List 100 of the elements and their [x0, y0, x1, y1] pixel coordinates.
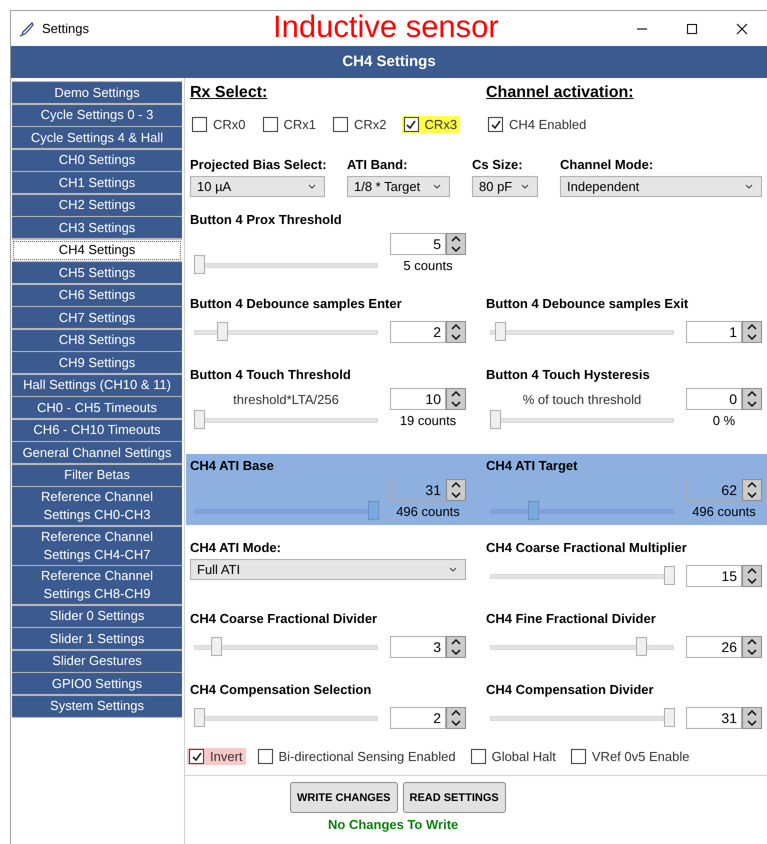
sidebar-item[interactable]: Cycle Settings 4 & Hall [12, 127, 182, 148]
slider[interactable] [490, 637, 674, 657]
sidebar-item[interactable]: Slider Gestures [12, 650, 182, 672]
checkbox[interactable]: CRx1 [260, 116, 320, 133]
spin-up-button[interactable] [743, 566, 761, 576]
number-field[interactable]: 31 [390, 479, 446, 501]
spin-down-button[interactable] [743, 490, 761, 500]
spin-down-button[interactable] [447, 332, 465, 342]
action-button[interactable]: READ SETTINGS [402, 782, 506, 813]
number-field[interactable]: 5 [390, 233, 446, 255]
number-field[interactable]: 26 [686, 636, 742, 658]
slider-thumb[interactable] [528, 501, 540, 520]
slider[interactable] [490, 501, 674, 521]
spin-up-button[interactable] [743, 322, 761, 332]
checkbox[interactable]: CH4 Enabled [486, 116, 590, 133]
sidebar-item[interactable]: CH2 Settings [12, 194, 182, 216]
slider[interactable] [490, 708, 674, 728]
sidebar-item[interactable]: Reference Channel Settings CH4-CH7 [12, 526, 182, 564]
sidebar-item[interactable]: Slider 1 Settings [12, 628, 182, 649]
action-button[interactable]: WRITE CHANGES [290, 782, 398, 813]
spin-up-button[interactable] [447, 234, 465, 244]
slider[interactable] [194, 255, 378, 275]
number-field[interactable]: 15 [686, 565, 742, 587]
dropdown[interactable]: 1/8 * Target [347, 176, 450, 197]
number-field[interactable]: 2 [390, 707, 446, 729]
number-field[interactable]: 0 [686, 388, 742, 410]
spin-up-button[interactable] [447, 389, 465, 399]
spin-down-button[interactable] [447, 718, 465, 728]
spin-down-button[interactable] [447, 244, 465, 254]
slider-thumb[interactable] [664, 566, 675, 585]
number-field[interactable]: 62 [686, 479, 742, 501]
sidebar-item[interactable]: Slider 0 Settings [12, 606, 182, 626]
slider-thumb[interactable] [211, 637, 222, 656]
spin-up-button[interactable] [743, 389, 761, 399]
spin-down-button[interactable] [447, 399, 465, 409]
checkbox[interactable]: Invert [187, 748, 246, 765]
sidebar-item[interactable]: CH1 Settings [12, 172, 182, 193]
number-field[interactable]: 1 [686, 321, 742, 343]
spin-down-button[interactable] [743, 647, 761, 657]
sidebar-item[interactable]: CH7 Settings [12, 307, 182, 328]
sidebar-item[interactable]: CH6 Settings [12, 284, 182, 306]
spin-up-button[interactable] [743, 708, 761, 718]
number-field[interactable]: 31 [686, 707, 742, 729]
checkbox[interactable]: VRef 0v5 Enable [568, 748, 692, 765]
spin-up-button[interactable] [447, 708, 465, 718]
slider[interactable] [490, 322, 674, 342]
sidebar-item[interactable]: CH5 Settings [12, 262, 182, 283]
sidebar-item[interactable]: CH3 Settings [12, 217, 182, 238]
number-field[interactable]: 2 [390, 321, 446, 343]
spin-down-button[interactable] [743, 399, 761, 409]
spin-down-button[interactable] [743, 718, 761, 728]
slider[interactable] [490, 410, 674, 430]
slider-thumb[interactable] [194, 410, 205, 429]
checkbox[interactable]: CRx0 [190, 116, 249, 133]
slider[interactable] [194, 637, 378, 657]
dropdown[interactable]: Full ATI [190, 559, 466, 580]
number-field[interactable]: 10 [390, 388, 446, 410]
dropdown[interactable]: 80 pF [472, 176, 538, 197]
slider-thumb[interactable] [194, 708, 205, 727]
sidebar-item[interactable]: GPIO0 Settings [12, 673, 182, 694]
checkbox[interactable]: CRx2 [331, 116, 390, 133]
sidebar-item[interactable]: CH4 Settings [12, 240, 182, 260]
sidebar-item[interactable]: Reference Channel Settings CH0-CH3 [12, 487, 182, 525]
sidebar-item[interactable]: CH6 - CH10 Timeouts [12, 420, 182, 440]
sidebar-item[interactable]: CH8 Settings [12, 330, 182, 350]
checkbox[interactable]: Bi-directional Sensing Enabled [256, 748, 459, 765]
sidebar-item[interactable]: CH0 - CH5 Timeouts [12, 397, 182, 418]
spin-up-button[interactable] [743, 480, 761, 490]
sidebar-item[interactable]: Filter Betas [12, 464, 182, 486]
slider-thumb[interactable] [490, 410, 501, 429]
slider-thumb[interactable] [664, 708, 675, 727]
slider[interactable] [194, 708, 378, 728]
sidebar-item[interactable]: Cycle Settings 0 - 3 [12, 104, 182, 126]
checkbox[interactable]: CRx3 [402, 116, 460, 133]
sidebar-item[interactable]: General Channel Settings [12, 442, 182, 463]
dropdown[interactable]: Independent [560, 176, 762, 197]
spin-down-button[interactable] [743, 332, 761, 342]
spin-up-button[interactable] [447, 637, 465, 647]
slider[interactable] [194, 501, 378, 521]
spin-down-button[interactable] [447, 647, 465, 657]
number-field[interactable]: 3 [390, 636, 446, 658]
sidebar-item[interactable]: Demo Settings [12, 82, 182, 103]
slider[interactable] [194, 322, 378, 342]
spin-up-button[interactable] [447, 322, 465, 332]
spin-up-button[interactable] [447, 480, 465, 490]
spin-down-button[interactable] [743, 576, 761, 586]
dropdown[interactable]: 10 µA [190, 176, 325, 197]
sidebar-item[interactable]: Hall Settings (CH10 & 11) [12, 374, 182, 396]
spin-up-button[interactable] [743, 637, 761, 647]
slider[interactable] [490, 566, 674, 586]
sidebar-item[interactable]: CH9 Settings [12, 352, 182, 373]
slider-thumb[interactable] [636, 637, 648, 656]
slider[interactable] [194, 410, 378, 430]
checkbox[interactable]: Global Halt [468, 748, 559, 765]
sidebar-item[interactable]: Reference Channel Settings CH8-CH9 [12, 566, 182, 604]
sidebar-item[interactable]: CH0 Settings [12, 150, 182, 170]
spin-down-button[interactable] [447, 490, 465, 500]
slider-thumb[interactable] [495, 322, 506, 341]
sidebar-item[interactable]: System Settings [12, 696, 182, 716]
slider-thumb[interactable] [368, 501, 379, 520]
